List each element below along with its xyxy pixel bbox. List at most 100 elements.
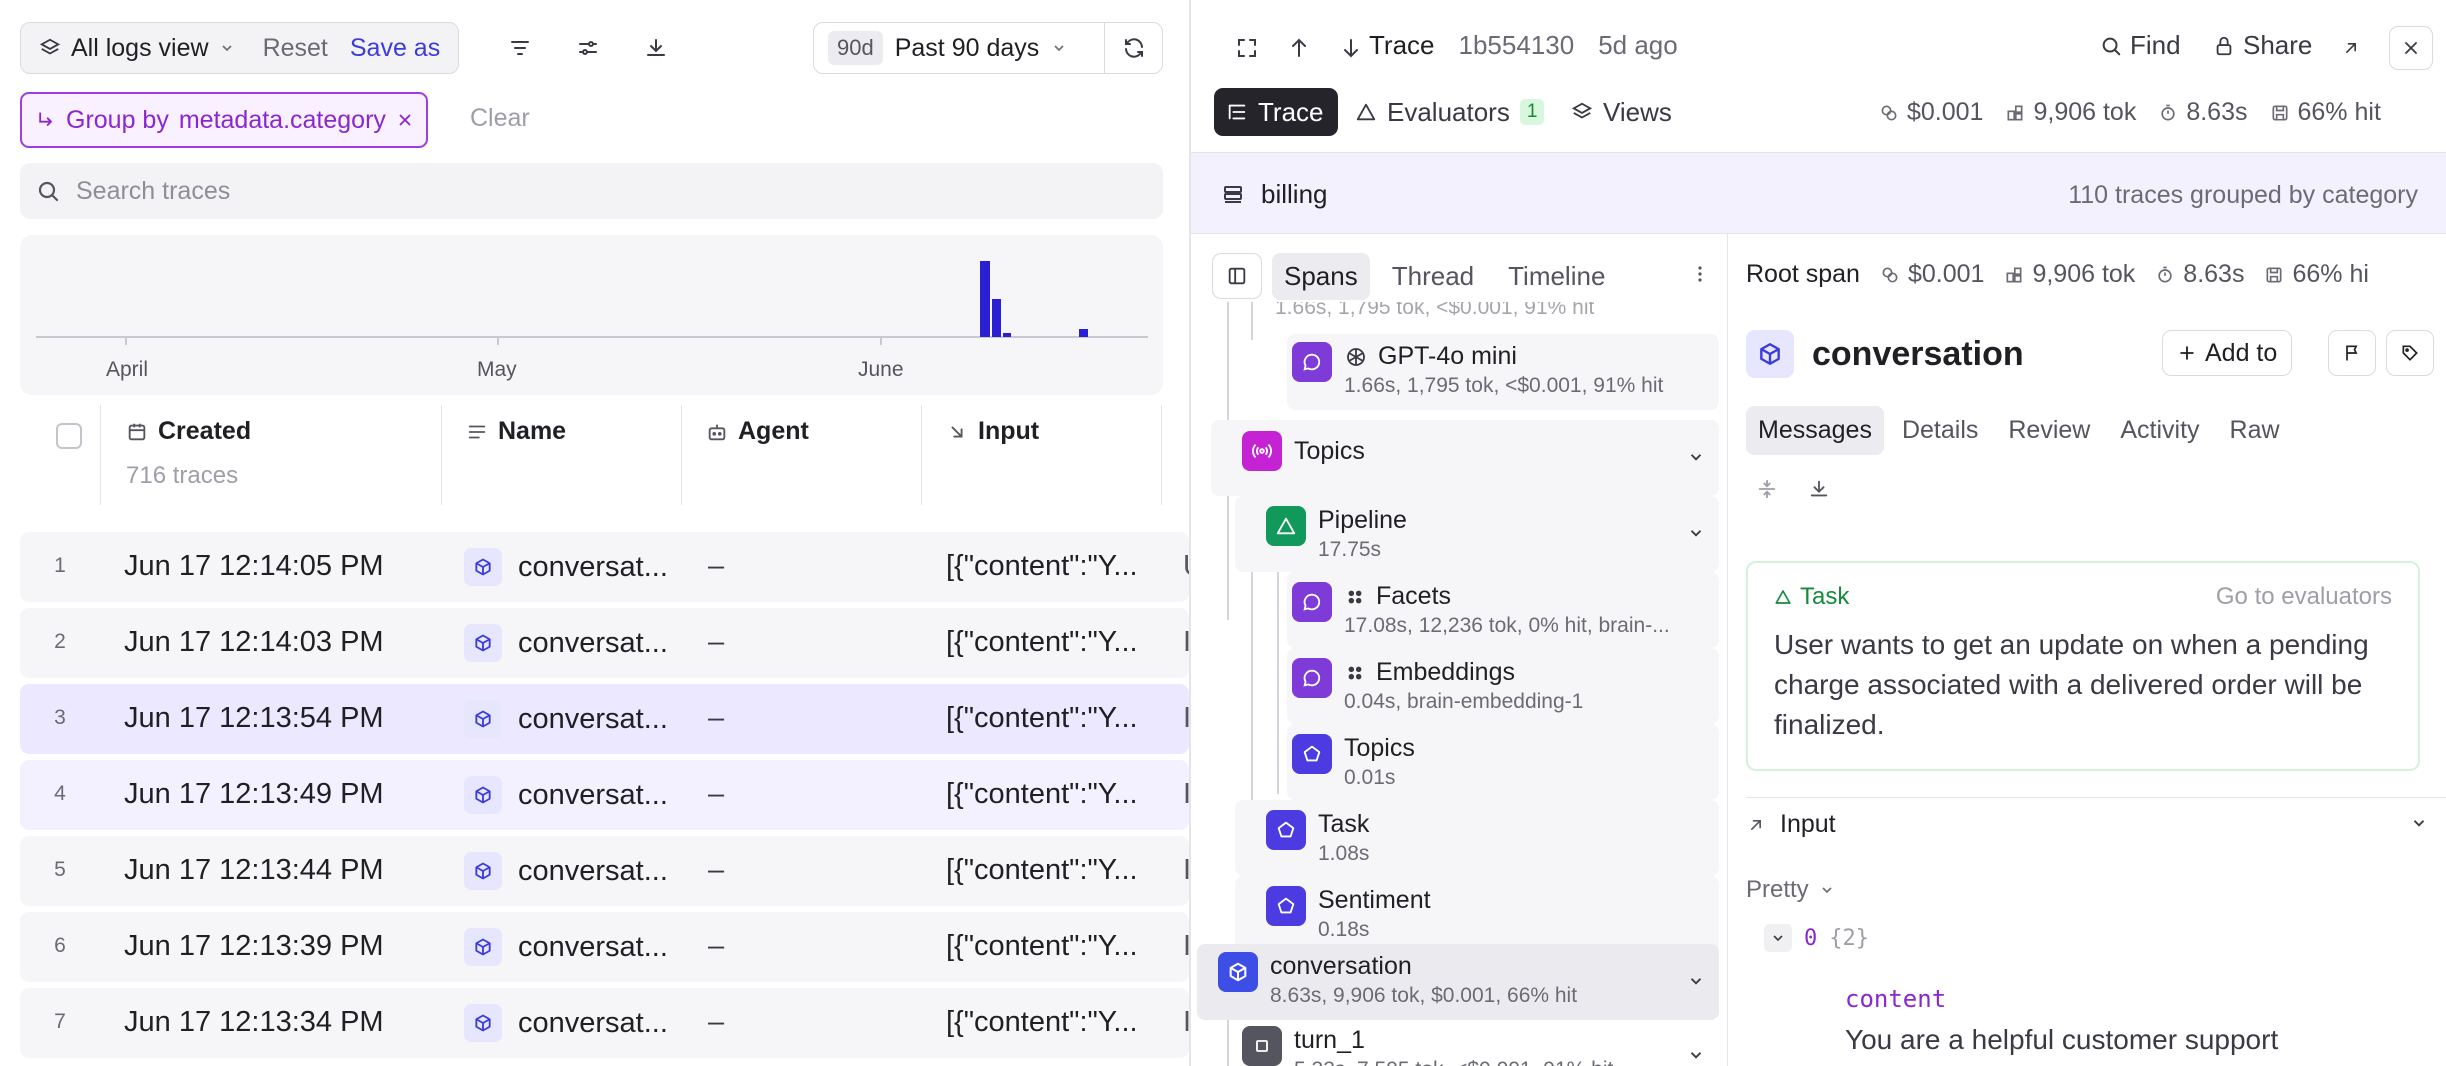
span-title: conversation bbox=[1812, 334, 2024, 373]
row-index: 2 bbox=[54, 630, 66, 653]
table-row[interactable]: 4 Jun 17 12:13:49 PM conversat... – [{"c… bbox=[20, 760, 1189, 830]
span-turn-1[interactable]: turn_1 5.33s, 7,595 tok, <$0.001, 91% hi… bbox=[1242, 1026, 1613, 1066]
table-row[interactable]: 2 Jun 17 12:14:03 PM conversat... – [{"c… bbox=[20, 608, 1189, 678]
column-input[interactable]: Input bbox=[946, 405, 1039, 505]
row-agent: – bbox=[708, 702, 725, 734]
root-cost-value: $0.001 bbox=[1907, 260, 1985, 288]
sidebar-toggle-button[interactable] bbox=[1212, 253, 1262, 299]
span-meta: 17.75s bbox=[1318, 538, 1382, 561]
tab-views[interactable]: Views bbox=[1571, 88, 1672, 136]
add-to-button[interactable]: Add to bbox=[2162, 330, 2293, 376]
close-button[interactable] bbox=[2389, 26, 2433, 70]
search-icon bbox=[36, 179, 60, 203]
clear-button[interactable]: Clear bbox=[470, 104, 530, 133]
tab-spans[interactable]: Spans bbox=[1272, 252, 1370, 300]
column-divider bbox=[921, 405, 922, 505]
column-name[interactable]: Name bbox=[466, 405, 566, 505]
table-row[interactable]: 5 Jun 17 12:13:44 PM conversat... – [{"c… bbox=[20, 836, 1189, 906]
collapse-icon[interactable] bbox=[1756, 478, 1778, 500]
row-index: 7 bbox=[54, 1010, 66, 1033]
chevron-down-icon[interactable] bbox=[1687, 1046, 1705, 1064]
chevron-down-icon[interactable] bbox=[1687, 972, 1705, 990]
span-title: conversation bbox=[1270, 952, 1412, 980]
select-all-checkbox[interactable] bbox=[56, 423, 82, 449]
group-by-chip[interactable]: Group by metadata.category bbox=[20, 92, 428, 148]
previous-trace-button[interactable] bbox=[1277, 26, 1321, 70]
chevron-down-icon[interactable] bbox=[1764, 924, 1792, 952]
span-title-row: conversation bbox=[1746, 330, 2024, 378]
expand-button[interactable] bbox=[1225, 26, 1269, 70]
span-title: Sentiment bbox=[1318, 886, 1431, 914]
download-icon[interactable] bbox=[1808, 478, 1830, 500]
root-span-label: Root span bbox=[1746, 260, 1860, 288]
tab-activity[interactable]: Activity bbox=[2108, 406, 2211, 455]
span-conversation[interactable]: conversation 8.63s, 9,906 tok, $0.001, 6… bbox=[1218, 952, 1577, 1008]
external-link-icon bbox=[2341, 38, 2361, 58]
column-created[interactable]: Created 716 traces bbox=[126, 405, 251, 505]
table-row-selected[interactable]: 3 Jun 17 12:13:54 PM conversat... – [{"c… bbox=[20, 684, 1189, 754]
row-agent: – bbox=[708, 778, 725, 810]
tab-raw[interactable]: Raw bbox=[2218, 406, 2292, 455]
span-task[interactable]: Task 1.08s bbox=[1266, 810, 1369, 866]
message-tools bbox=[1756, 478, 1830, 500]
format-selector[interactable]: Pretty bbox=[1746, 876, 1835, 904]
table-row[interactable]: 6 Jun 17 12:13:39 PM conversat... – [{"c… bbox=[20, 912, 1189, 982]
chevron-down-icon[interactable] bbox=[1687, 524, 1705, 542]
row-name: conversat... bbox=[464, 700, 668, 738]
tab-timeline[interactable]: Timeline bbox=[1496, 253, 1617, 300]
span-meta: 1.08s bbox=[1318, 842, 1370, 865]
message-icon bbox=[1292, 582, 1332, 622]
open-external-button[interactable] bbox=[2329, 26, 2373, 70]
share-button[interactable]: Share bbox=[2213, 30, 2312, 61]
traces-histogram[interactable]: April May June bbox=[20, 235, 1163, 395]
tab-review[interactable]: Review bbox=[1996, 406, 2102, 455]
message-icon bbox=[1292, 342, 1332, 382]
row-name-text: conversat... bbox=[518, 778, 668, 811]
row-name-text: conversat... bbox=[518, 930, 668, 963]
close-icon[interactable] bbox=[396, 111, 414, 129]
tab-evaluators[interactable]: Evaluators 1 bbox=[1355, 88, 1545, 136]
span-topics[interactable]: Topics bbox=[1242, 431, 1365, 471]
tree-guide bbox=[1227, 1020, 1229, 1066]
display-options-button[interactable] bbox=[566, 26, 610, 70]
span-topics-child[interactable]: Topics 0.01s bbox=[1292, 734, 1415, 790]
search-input[interactable] bbox=[76, 176, 976, 206]
row-index: 4 bbox=[54, 782, 66, 805]
table-row[interactable]: 7 Jun 17 12:13:34 PM conversat... – [{"c… bbox=[20, 988, 1189, 1058]
more-vertical-icon[interactable] bbox=[1688, 262, 1712, 286]
span-pipeline[interactable]: Pipeline 17.75s bbox=[1266, 506, 1407, 562]
coins-icon bbox=[1880, 265, 1900, 285]
span-facets[interactable]: Facets 17.08s, 12,236 tok, 0% hit, brain… bbox=[1292, 582, 1670, 638]
chevron-down-icon[interactable] bbox=[1687, 448, 1705, 466]
reset-button[interactable]: Reset bbox=[247, 28, 344, 68]
table-row[interactable]: 1 Jun 17 12:14:05 PM conversat... – [{"c… bbox=[20, 532, 1189, 602]
row-created: Jun 17 12:13:49 PM bbox=[124, 778, 384, 810]
tab-details[interactable]: Details bbox=[1890, 406, 1990, 455]
input-section-header[interactable]: Input bbox=[1746, 810, 2436, 839]
go-to-evaluators-link[interactable]: Go to evaluators bbox=[2216, 583, 2392, 611]
trace-cache-value: 66% hit bbox=[2297, 98, 2381, 126]
flag-button[interactable] bbox=[2328, 330, 2376, 376]
find-button[interactable]: Find bbox=[2100, 30, 2181, 61]
next-trace-button[interactable] bbox=[1329, 26, 1373, 70]
row-agent: – bbox=[708, 930, 725, 962]
span-embeddings[interactable]: Embeddings 0.04s, brain-embedding-1 bbox=[1292, 658, 1583, 714]
tab-messages[interactable]: Messages bbox=[1746, 406, 1884, 455]
divider bbox=[1746, 797, 2446, 798]
filter-button[interactable] bbox=[498, 26, 542, 70]
save-as-button[interactable]: Save as bbox=[344, 28, 452, 68]
column-agent[interactable]: Agent bbox=[706, 405, 809, 505]
tag-button[interactable] bbox=[2386, 330, 2434, 376]
download-button[interactable] bbox=[634, 26, 678, 70]
row-name-text: conversat... bbox=[518, 702, 668, 735]
view-selector[interactable]: All logs view bbox=[27, 28, 247, 68]
row-input: [{"content":"Y... bbox=[946, 1006, 1138, 1038]
span-sentiment[interactable]: Sentiment 0.18s bbox=[1266, 886, 1431, 942]
tab-thread[interactable]: Thread bbox=[1380, 253, 1486, 300]
row-name: conversat... bbox=[464, 776, 668, 814]
date-range-picker[interactable]: 90d Past 90 days bbox=[813, 22, 1163, 74]
message-icon bbox=[1292, 658, 1332, 698]
span-gpt-4o-mini[interactable]: GPT-4o mini 1.66s, 1,795 tok, <$0.001, 9… bbox=[1292, 342, 1663, 398]
refresh-button[interactable] bbox=[1112, 29, 1156, 67]
tab-trace[interactable]: Trace bbox=[1214, 88, 1338, 136]
